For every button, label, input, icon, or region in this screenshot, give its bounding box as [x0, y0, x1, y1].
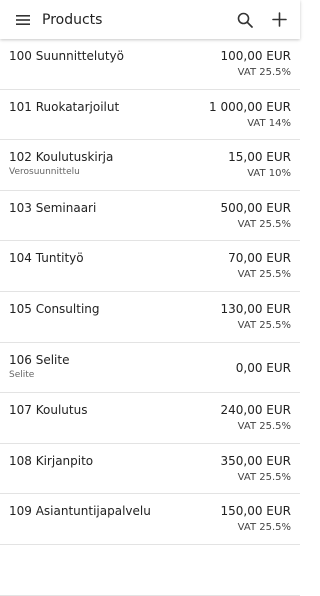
plus-icon [271, 12, 287, 27]
product-row[interactable]: 105 Consulting 130,00 EUR VAT 25.5% [0, 292, 300, 343]
product-name: 104 Tuntityö [9, 251, 84, 266]
product-row[interactable]: 103 Seminaari 500,00 EUR VAT 25.5% [0, 191, 300, 242]
product-pricing: 1 000,00 EUR VAT 14% [209, 90, 291, 140]
product-vat: VAT 25.5% [237, 319, 291, 331]
product-vat: VAT 25.5% [237, 269, 291, 281]
product-row[interactable]: 101 Ruokatarjoilut 1 000,00 EUR VAT 14% [0, 90, 300, 141]
product-info: 101 Ruokatarjoilut [9, 90, 119, 140]
product-row[interactable]: 106 Selite Selite 0,00 EUR [0, 343, 300, 394]
product-row[interactable]: 107 Koulutus 240,00 EUR VAT 25.5% [0, 393, 300, 444]
product-info: 108 Kirjanpito [9, 444, 93, 494]
product-info: 100 Suunnittelutyö [9, 39, 124, 89]
product-description: Selite [9, 369, 35, 380]
product-row[interactable]: 104 Tuntityö 70,00 EUR VAT 25.5% [0, 241, 300, 292]
product-vat: VAT 25.5% [237, 421, 291, 433]
product-pricing: 70,00 EUR VAT 25.5% [228, 241, 291, 291]
product-pricing: 100,00 EUR VAT 25.5% [220, 39, 291, 89]
product-vat: VAT 25.5% [237, 67, 291, 78]
product-price: 500,00 EUR [220, 200, 291, 215]
product-vat: VAT 25.5% [237, 218, 291, 230]
product-row[interactable]: 108 Kirjanpito 350,00 EUR VAT 25.5% [0, 444, 300, 495]
page-title: Products [42, 11, 103, 28]
product-name: 103 Seminaari [9, 200, 97, 215]
product-name: 105 Consulting [9, 301, 100, 316]
product-pricing: 240,00 EUR VAT 25.5% [220, 393, 291, 443]
product-vat: VAT 25.5% [237, 471, 291, 483]
product-description: Verosuunnittelu [9, 167, 80, 178]
product-pricing: 350,00 EUR VAT 25.5% [220, 444, 291, 494]
product-name: 101 Ruokatarjoilut [9, 99, 120, 114]
product-vat: VAT 25.5% [237, 522, 291, 534]
product-pricing: 150,00 EUR VAT 25.5% [220, 494, 291, 544]
product-row[interactable] [0, 545, 300, 596]
menu-button[interactable] [12, 10, 34, 30]
add-product-button[interactable] [267, 8, 291, 32]
product-name: 107 Koulutus [9, 403, 88, 418]
product-info: 105 Consulting [9, 292, 100, 342]
product-price: 150,00 EUR [220, 504, 291, 519]
product-row[interactable]: 109 Asiantuntijapalvelu 150,00 EUR VAT 25.… [0, 494, 300, 545]
product-row[interactable]: 100 Suunnittelutyö 100,00 EUR VAT 25.5% [0, 39, 300, 90]
search-icon [237, 12, 253, 28]
product-name: 100 Suunnittelutyö [9, 49, 124, 63]
product-info: 109 Asiantuntijapalvelu [9, 494, 151, 544]
product-info: 107 Koulutus [9, 393, 87, 443]
product-name: 109 Asiantuntijapalvelu [9, 504, 151, 519]
product-row[interactable]: 102 Koulutuskirja Verosuunnittelu 15,00 EU… [0, 140, 300, 191]
product-vat: VAT 14% [247, 117, 291, 129]
product-info: 102 Koulutuskirja Verosuunnittelu [9, 140, 113, 190]
product-info: 103 Seminaari [9, 191, 96, 241]
product-pricing: 130,00 EUR VAT 25.5% [220, 292, 291, 342]
product-price: 350,00 EUR [220, 453, 291, 468]
menu-icon [16, 14, 30, 25]
product-pricing: 0,00 EUR [236, 343, 291, 393]
product-vat: VAT 10% [247, 168, 291, 180]
product-name: 108 Kirjanpito [9, 453, 94, 468]
app-bar: Products [0, 0, 300, 39]
product-price: 100,00 EUR [220, 49, 291, 63]
product-pricing: 15,00 EUR VAT 10% [228, 140, 291, 190]
product-price: 15,00 EUR [228, 150, 291, 165]
product-info: 104 Tuntityö [9, 241, 84, 291]
product-price: 1 000,00 EUR [209, 99, 291, 114]
product-pricing: 500,00 EUR VAT 25.5% [220, 191, 291, 241]
product-info: 106 Selite Selite [9, 343, 69, 393]
product-price: 130,00 EUR [220, 301, 291, 316]
product-name: 106 Selite [9, 352, 70, 367]
product-price: 240,00 EUR [220, 403, 291, 418]
product-name: 102 Koulutuskirja [9, 150, 114, 165]
product-price: 0,00 EUR [235, 360, 291, 375]
search-button[interactable] [233, 8, 257, 32]
product-list: 100 Suunnittelutyö 100,00 EUR VAT 25.5% 101… [0, 39, 300, 596]
product-price: 70,00 EUR [228, 251, 291, 266]
